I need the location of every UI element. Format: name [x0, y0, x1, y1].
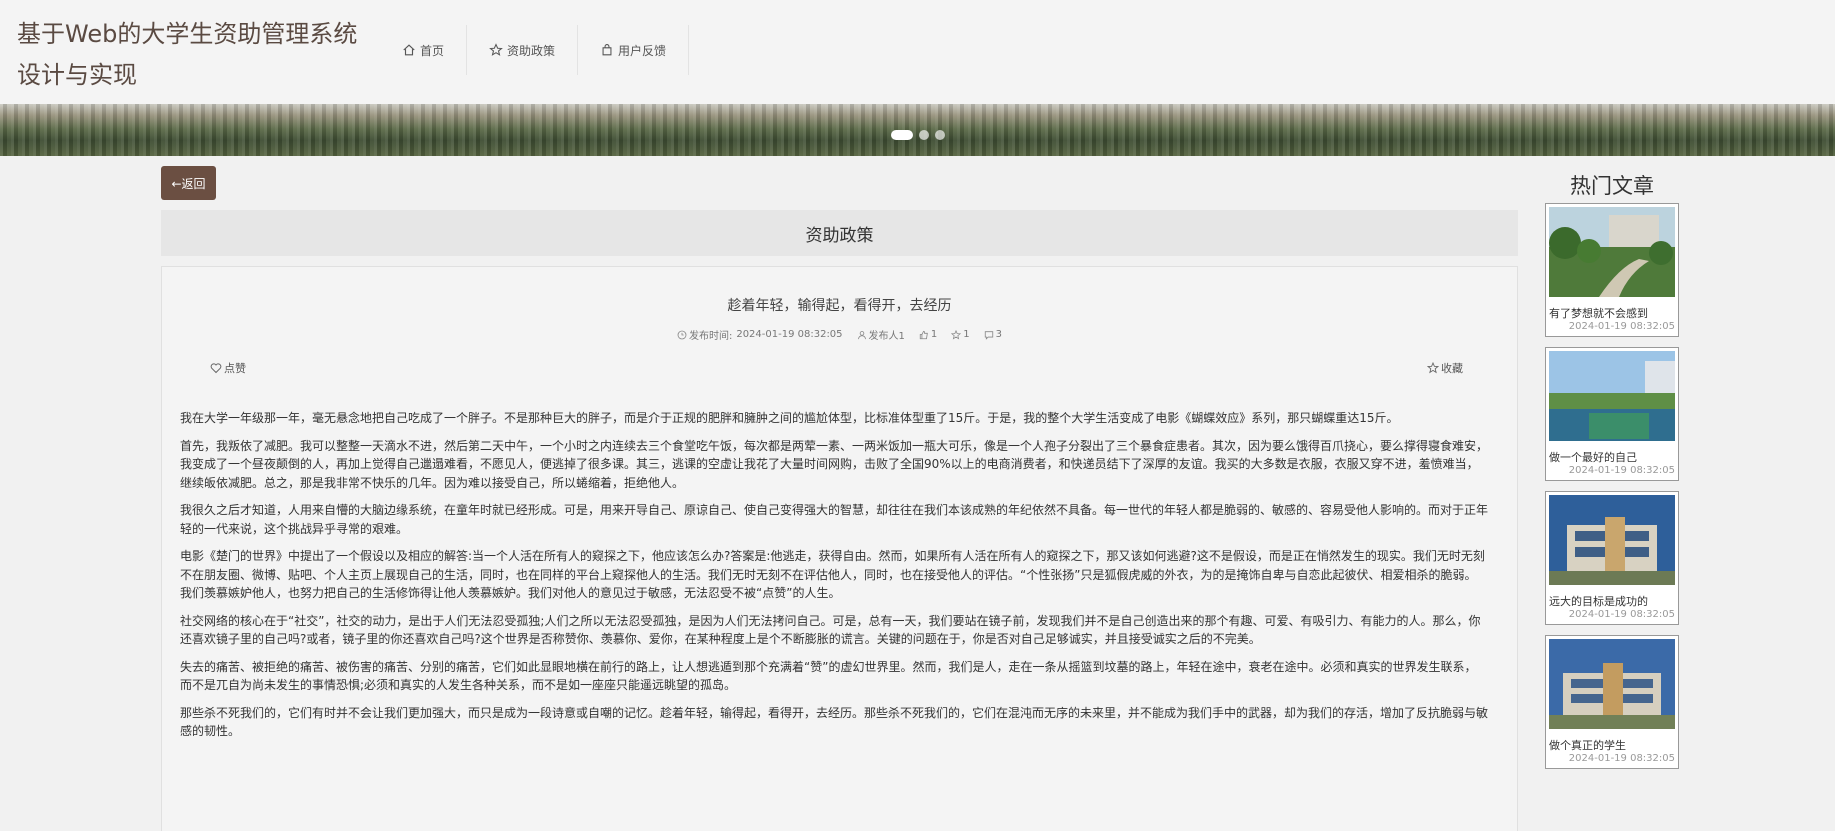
- hot-article-date: 2024-01-19 08:32:05: [1568, 465, 1675, 476]
- back-button[interactable]: ←返回: [161, 166, 216, 200]
- author: 发布人1: [857, 327, 905, 342]
- hot-article-card[interactable]: 远大的目标是成功的 2024-01-19 08:32:05: [1545, 491, 1679, 625]
- article-paragraph: 电影《楚门的世界》中提出了一个假设以及相应的解答:当一个人活在所有人的窥探之下，…: [180, 549, 1485, 600]
- nav-policy-label: 资助政策: [507, 43, 556, 58]
- nav-feedback[interactable]: 用户反馈: [578, 25, 690, 75]
- publish-time: 发布时间: 2024-01-19 08:32:05: [677, 327, 843, 342]
- hot-article-name: 有了梦想就不会感到: [1549, 307, 1648, 320]
- clock-icon: [677, 330, 687, 339]
- user-icon: [857, 330, 866, 339]
- like-count-value: 1: [930, 329, 938, 340]
- hot-article-image: [1549, 351, 1675, 441]
- hot-articles-title: 热门文章: [1570, 174, 1654, 198]
- hot-article-image: [1549, 495, 1675, 585]
- like-count: 1: [919, 327, 937, 342]
- star-icon: [489, 43, 503, 56]
- hot-article-name: 远大的目标是成功的: [1549, 595, 1648, 608]
- like-label: 点赞: [224, 362, 246, 375]
- hot-article-image: [1549, 639, 1675, 729]
- comment-count: 3: [984, 327, 1002, 342]
- article-content: 我在大学一年级那一年，毫无悬念地把自己吃成了一个胖子。不是那种巨大的胖子，而是介…: [180, 409, 1488, 750]
- hot-article-card[interactable]: 有了梦想就不会感到 2024-01-19 08:32:05: [1545, 203, 1679, 337]
- hot-article-name: 做个真正的学生: [1549, 739, 1626, 752]
- comment-icon: [984, 330, 993, 340]
- article-paragraph: 我在大学一年级那一年，毫无悬念地把自己吃成了一个胖子。不是那种巨大的胖子，而是介…: [180, 411, 1399, 425]
- article-paragraph: 失去的痛苦、被拒绝的痛苦、被伤害的痛苦、分别的痛苦，它们如此显眼地横在前行的路上…: [180, 659, 1477, 693]
- article-paragraph: 社交网络的核心在于“社交”，社交的动力，是出于人们无法忍受孤独;人们之所以无法忍…: [180, 613, 1481, 647]
- hot-article-card[interactable]: 做个真正的学生 2024-01-19 08:32:05: [1545, 635, 1679, 769]
- nav-policy[interactable]: 资助政策: [467, 25, 579, 75]
- carousel-dot-1[interactable]: [891, 130, 913, 140]
- comment-count-value: 3: [995, 329, 1003, 340]
- favorite-button[interactable]: 收藏: [1427, 360, 1463, 376]
- article-paragraph: 首先，我叛依了减肥。我可以整整一天滴水不进，然后第二天中午，一个小时之内连续去三…: [180, 438, 1489, 490]
- author-name: 发布人1: [868, 331, 905, 342]
- favorite-label: 收藏: [1441, 362, 1463, 375]
- hot-article-name: 做一个最好的自己: [1549, 451, 1637, 464]
- article-title: 趁着年轻，输得起，看得开，去经历: [727, 298, 952, 314]
- heart-icon: [210, 363, 222, 374]
- star-icon: [951, 329, 962, 339]
- star-count-value: 1: [963, 329, 970, 340]
- article-meta: 发布时间: 2024-01-19 08:32:05 发布人1 1 1 3: [162, 327, 1517, 342]
- site-title: 基于Web的大学生资助管理系统设计与实现: [17, 20, 358, 89]
- section-title: 资助政策: [161, 210, 1518, 256]
- bag-icon: [602, 44, 612, 56]
- hot-article-card[interactable]: 做一个最好的自己 2024-01-19 08:32:05: [1545, 347, 1679, 481]
- hot-article-date: 2024-01-19 08:32:05: [1568, 609, 1675, 620]
- hot-article-date: 2024-01-19 08:32:05: [1568, 321, 1675, 332]
- nav-feedback-label: 用户反馈: [618, 43, 667, 58]
- hot-article-image: [1549, 207, 1675, 297]
- thumb-up-icon: [919, 330, 928, 339]
- nav-home-label: 首页: [420, 43, 445, 58]
- carousel-dot-2[interactable]: [919, 130, 929, 140]
- carousel-dot-3[interactable]: [935, 130, 945, 140]
- home-icon: [403, 44, 415, 56]
- star-count: 1: [951, 327, 970, 342]
- article-paragraph: 那些杀不死我们的，它们有时并不会让我们更加强大，而只是成为一段诗意或自嘲的记忆。…: [180, 705, 1489, 739]
- like-button[interactable]: 点赞: [210, 360, 246, 376]
- article-panel: 趁着年轻，输得起，看得开，去经历 发布时间: 2024-01-19 08:32:0…: [161, 266, 1518, 831]
- site-header: 基于Web的大学生资助管理系统设计与实现 首页 资助政策 用户反馈: [0, 0, 1835, 104]
- star-outline-icon: [1427, 362, 1439, 374]
- hot-article-date: 2024-01-19 08:32:05: [1568, 753, 1675, 764]
- publish-label: 发布时间:: [688, 331, 733, 342]
- carousel-dots: [891, 130, 945, 140]
- nav-home[interactable]: 首页: [380, 25, 468, 75]
- publish-time-value: 2024-01-19 08:32:05: [736, 329, 843, 340]
- main-nav: 首页 资助政策 用户反馈: [380, 25, 690, 75]
- article-paragraph: 我很久之后才知道，人用来自懵的大脑边缘系统，在童年时就已经形成。可是，用来开导自…: [180, 503, 1489, 536]
